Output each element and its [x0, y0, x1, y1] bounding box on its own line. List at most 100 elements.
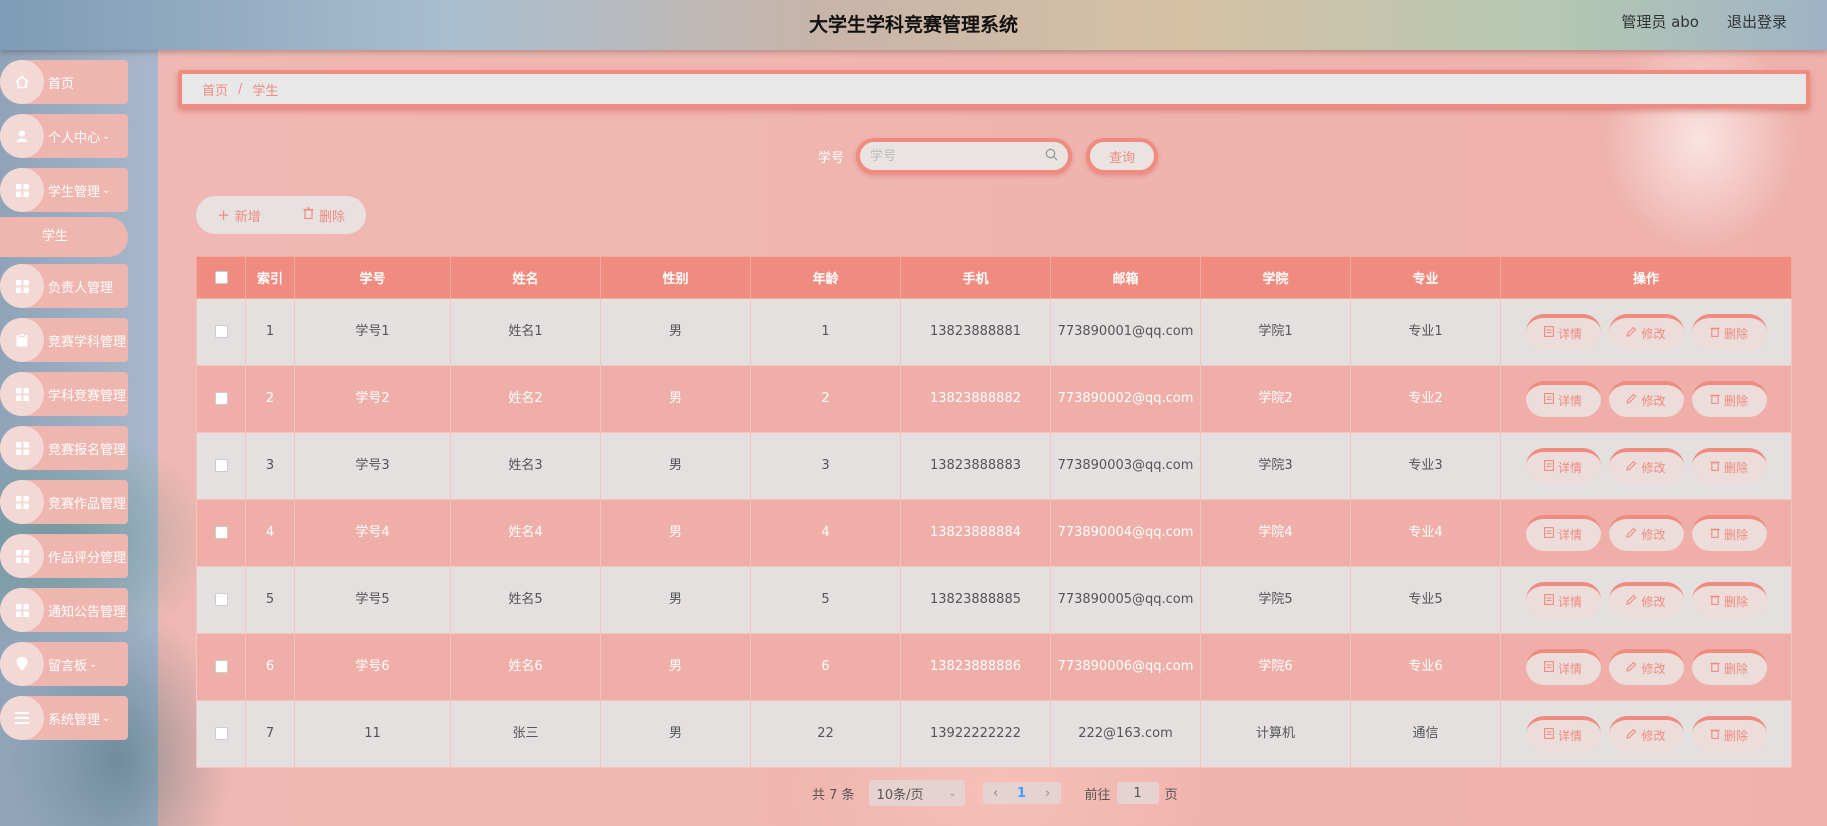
- column-header: 邮箱: [1050, 256, 1201, 299]
- delete-button[interactable]: 删除: [1691, 582, 1767, 618]
- row-checkbox[interactable]: [214, 459, 228, 472]
- detail-button[interactable]: 详情: [1525, 515, 1601, 551]
- edit-label: 修改: [1641, 662, 1666, 676]
- column-header: 专业: [1350, 256, 1501, 299]
- cell-index: 3: [245, 432, 295, 500]
- edit-label: 修改: [1641, 729, 1666, 743]
- add-button[interactable]: + 新增: [196, 196, 282, 234]
- cell-gender: 男: [600, 298, 751, 366]
- trash-icon: [303, 207, 314, 223]
- edit-button[interactable]: 修改: [1608, 716, 1684, 752]
- row-checkbox[interactable]: [214, 325, 228, 338]
- delete-button[interactable]: 删除: [1691, 381, 1767, 417]
- grid-icon: [0, 588, 44, 632]
- row-select-cell: [196, 365, 246, 433]
- cell-gender: 男: [600, 499, 751, 567]
- pencil-icon: [1626, 390, 1637, 412]
- sidebar-item-0[interactable]: 首页: [0, 60, 128, 104]
- cell-age: 4: [750, 499, 901, 567]
- cell-name: 姓名2: [450, 365, 601, 433]
- pencil-icon: [1626, 457, 1637, 479]
- sidebar-item-4[interactable]: 负责人管理: [0, 264, 128, 308]
- sidebar-item-label: 个人中心: [48, 130, 101, 146]
- row-checkbox[interactable]: [214, 392, 228, 405]
- detail-button[interactable]: 详情: [1525, 314, 1601, 350]
- detail-label: 详情: [1557, 461, 1582, 475]
- cell-name: 姓名6: [450, 633, 601, 701]
- sidebar-item-label: 系统管理: [48, 712, 101, 728]
- cell-id: 11: [294, 700, 451, 768]
- batch-delete-label: 删除: [318, 209, 345, 225]
- edit-button[interactable]: 修改: [1608, 314, 1684, 350]
- edit-button[interactable]: 修改: [1608, 448, 1684, 484]
- select-all-header[interactable]: [196, 256, 246, 299]
- cell-college: 计算机: [1200, 700, 1351, 768]
- page-size-value: 10条/页: [876, 787, 924, 803]
- sidebar-item-7[interactable]: 竞赛报名管理: [0, 426, 128, 470]
- page-number[interactable]: 1: [1009, 786, 1035, 801]
- trash-icon: [1710, 658, 1720, 680]
- cell-gender: 男: [600, 700, 751, 768]
- search-input[interactable]: [870, 148, 1046, 164]
- sidebar-item-12[interactable]: 系统管理 ⌄: [0, 696, 128, 740]
- sidebar-item-label: 竞赛作品管理: [48, 496, 127, 512]
- row-checkbox[interactable]: [214, 727, 228, 740]
- cell-id: 学号4: [294, 499, 451, 567]
- cell-email: 222@163.com: [1050, 700, 1201, 768]
- column-header: 学院: [1200, 256, 1351, 299]
- logout-link[interactable]: 退出登录: [1727, 11, 1787, 32]
- batch-delete-button[interactable]: 删除: [282, 196, 366, 234]
- sidebar-item-8[interactable]: 竞赛作品管理: [0, 480, 128, 524]
- cell-college: 学院4: [1200, 499, 1351, 567]
- row-checkbox[interactable]: [214, 526, 228, 539]
- cell-id: 学号2: [294, 365, 451, 433]
- detail-button[interactable]: 详情: [1525, 582, 1601, 618]
- delete-button[interactable]: 删除: [1691, 649, 1767, 685]
- sidebar-item-11[interactable]: 留言板 ⌄: [0, 642, 128, 686]
- prev-page-icon[interactable]: ‹: [983, 786, 1009, 801]
- sidebar-item-10[interactable]: 通知公告管理: [0, 588, 128, 632]
- cell-index: 4: [245, 499, 295, 567]
- sidebar-item-6[interactable]: 学科竞赛管理: [0, 372, 128, 416]
- search-icon: [1045, 148, 1058, 165]
- detail-button[interactable]: 详情: [1525, 381, 1601, 417]
- sidebar-subitem-student[interactable]: 学生: [0, 217, 128, 257]
- sidebar-item-1[interactable]: 个人中心 ⌄: [0, 114, 128, 158]
- goto-input[interactable]: [1116, 782, 1159, 804]
- query-button[interactable]: 查询: [1086, 138, 1159, 174]
- cell-id: 学号6: [294, 633, 451, 701]
- cell-id: 学号1: [294, 298, 451, 366]
- cell-ops: 详情 修改 删除: [1500, 432, 1792, 500]
- cell-id: 学号3: [294, 432, 451, 500]
- cell-college: 学院3: [1200, 432, 1351, 500]
- sidebar-item-5[interactable]: 竞赛学科管理: [0, 318, 128, 362]
- detail-button[interactable]: 详情: [1525, 716, 1601, 752]
- cell-age: 3: [750, 432, 901, 500]
- row-checkbox[interactable]: [214, 593, 228, 606]
- table-row: 1 学号1 姓名1 男 1 13823888881 773890001@qq.com 学院1 专…: [196, 298, 1792, 366]
- delete-button[interactable]: 删除: [1691, 716, 1767, 752]
- select-all-checkbox[interactable]: [214, 271, 228, 284]
- breadcrumb-home[interactable]: 首页: [202, 80, 228, 99]
- edit-button[interactable]: 修改: [1608, 515, 1684, 551]
- search-label: 学号: [818, 150, 845, 166]
- delete-button[interactable]: 删除: [1691, 515, 1767, 551]
- delete-button[interactable]: 删除: [1691, 314, 1767, 350]
- cell-college: 学院5: [1200, 566, 1351, 634]
- sidebar-item-9[interactable]: 作品评分管理: [0, 534, 128, 578]
- detail-button[interactable]: 详情: [1525, 649, 1601, 685]
- edit-button[interactable]: 修改: [1608, 582, 1684, 618]
- next-page-icon[interactable]: ›: [1035, 786, 1061, 801]
- sidebar-item-2[interactable]: 学生管理 ⌄: [0, 168, 128, 212]
- row-checkbox[interactable]: [214, 660, 228, 673]
- edit-button[interactable]: 修改: [1608, 649, 1684, 685]
- detail-button[interactable]: 详情: [1525, 448, 1601, 484]
- search-box: [856, 138, 1073, 174]
- search-row: 学号 查询: [818, 138, 1159, 174]
- delete-button[interactable]: 删除: [1691, 448, 1767, 484]
- page-size-select[interactable]: 10条/页 ⌄: [868, 780, 965, 806]
- page-nav: ‹ 1 ›: [982, 782, 1061, 804]
- trash-icon: [1710, 457, 1720, 479]
- sidebar-item-label: 竞赛报名管理: [48, 442, 127, 458]
- edit-button[interactable]: 修改: [1608, 381, 1684, 417]
